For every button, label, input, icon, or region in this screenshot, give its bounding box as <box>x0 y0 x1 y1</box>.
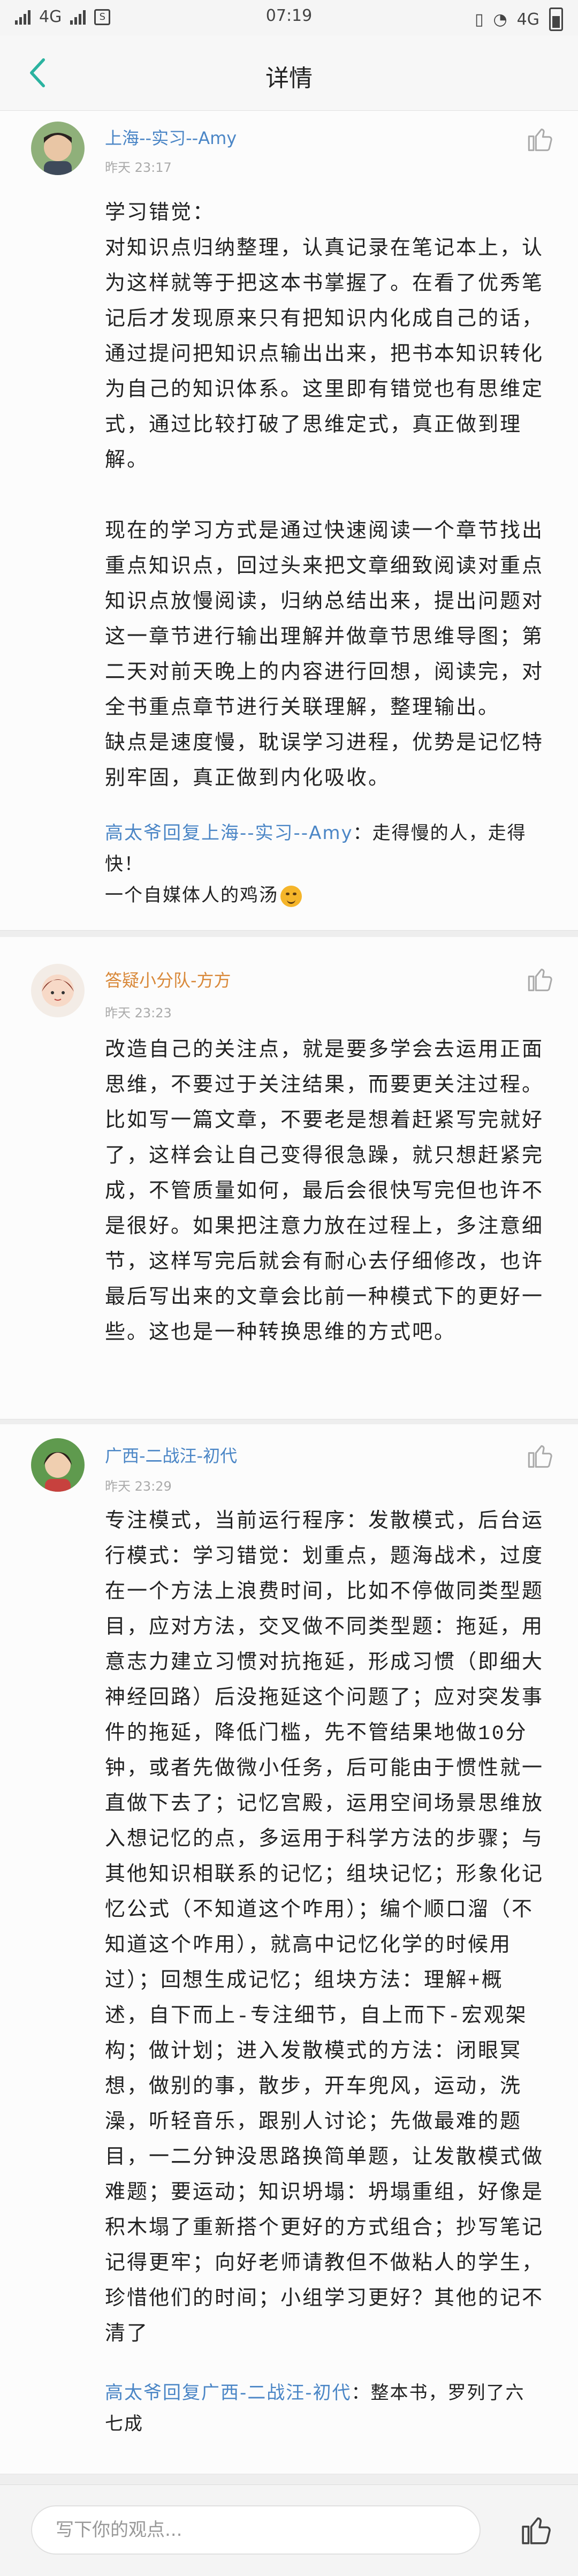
commenter-name[interactable]: 广西-二战汪-初代 <box>105 1442 237 1467</box>
thumbs-up-icon[interactable] <box>527 965 554 993</box>
reply-to-name[interactable]: 上海--实习--Amy <box>201 822 353 844</box>
comment-text: 改造自己的关注点，就是要多学会去运用正面思维，不要过于关注结果，而要更关注过程。… <box>105 1039 544 1345</box>
commenter-name[interactable]: 上海--实习--Amy <box>105 125 237 149</box>
avatar-image <box>31 1438 85 1492</box>
comment-text: 学习错觉： 对知识点归纳整理，认真记录在笔记本上，认为这样就等于把这本书掌握了。… <box>105 202 544 791</box>
network-right-label: 4G <box>516 10 539 29</box>
status-right: ▯ ◔ 4G <box>475 7 563 31</box>
comment-time: 昨天 23:29 <box>105 1479 172 1494</box>
page-title: 详情 <box>265 65 313 92</box>
vibrate-icon: ▯ <box>474 10 484 29</box>
alarm-icon: ◔ <box>493 10 507 29</box>
avatar[interactable] <box>31 964 85 1017</box>
avatar[interactable] <box>31 1438 85 1492</box>
avatar[interactable] <box>31 122 85 175</box>
comment-time: 昨天 23:17 <box>105 160 172 175</box>
avatar-image <box>31 964 85 1017</box>
battery-icon <box>549 7 563 31</box>
status-bar: 4G S 07:19 ▯ ◔ 4G <box>0 0 578 35</box>
commenter-name[interactable]: 答疑小分队-方方 <box>105 967 231 992</box>
reply-from-name[interactable]: 高太爷 <box>105 822 163 844</box>
reply-verb: 回复 <box>163 822 201 844</box>
smile-emoji-icon <box>280 885 302 907</box>
reply: 高太爷回复广西-二战汪-初代：整本书，罗列了六七成 <box>105 2377 544 2439</box>
avatar-image <box>31 122 85 175</box>
comment-card: 答疑小分队-方方 昨天 23:23 改造自己的关注点，就是要多学会去运用正面思维… <box>0 937 578 1419</box>
comment-card: 上海--实习--Amy 昨天 23:17 学习错觉： 对知识点归纳整理，认真记录… <box>0 111 578 931</box>
reply-from-name[interactable]: 高太爷 <box>105 2382 163 2404</box>
thumbs-up-icon[interactable] <box>527 125 554 153</box>
comment-input[interactable]: 写下你的观点... <box>31 2505 481 2555</box>
comment-card: 广西-二战汪-初代 昨天 23:29 专注模式，当前运行程序：发散模式，后台运行… <box>0 1424 578 2474</box>
reply-to-name[interactable]: 广西-二战汪-初代 <box>201 2382 352 2404</box>
comment-time: 昨天 23:23 <box>105 1006 172 1021</box>
thumbs-up-icon[interactable] <box>527 1441 554 1469</box>
reply-verb: 回复 <box>163 2382 201 2404</box>
bottom-bar: 写下你的观点... <box>0 2484 578 2576</box>
thumbs-up-icon[interactable] <box>520 2513 553 2546</box>
reply: 高太爷回复上海--实习--Amy：走得慢的人，走得快！ 一个自媒体人的鸡汤 <box>105 818 544 911</box>
top-bar: 详情 <box>0 35 578 111</box>
comment-text: 专注模式，当前运行程序：发散模式，后台运行模式：学习错觉：划重点，题海战术，过度… <box>105 1510 544 2346</box>
